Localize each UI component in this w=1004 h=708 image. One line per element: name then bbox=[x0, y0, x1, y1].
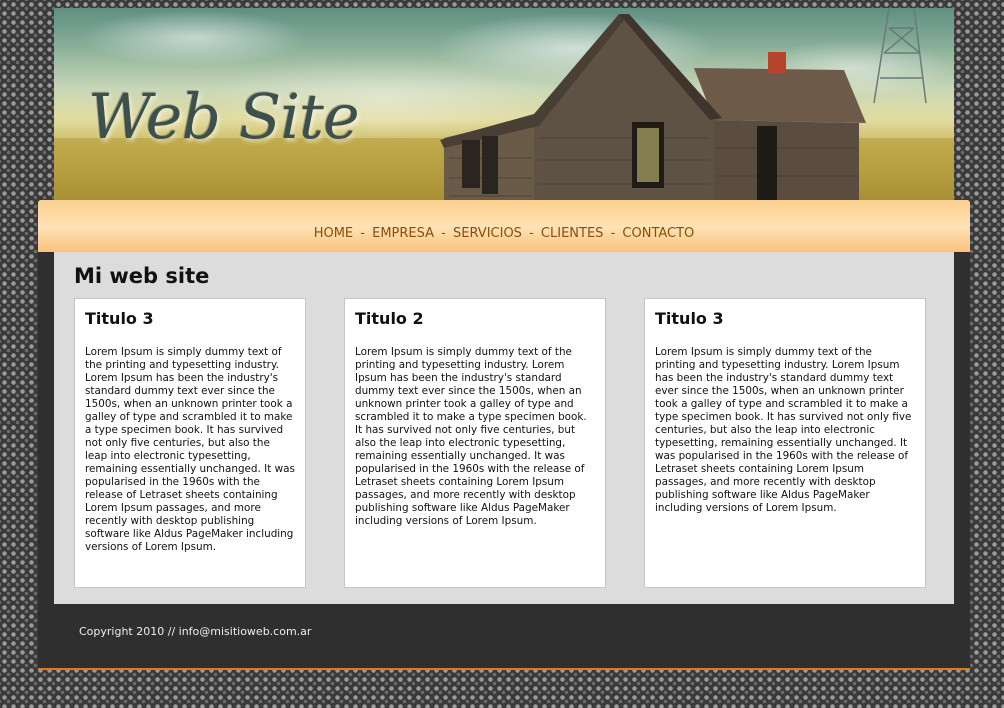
nav-item-servicios[interactable]: SERVICIOS bbox=[453, 226, 522, 241]
nav-separator: - bbox=[610, 226, 616, 241]
column-heading: Titulo 3 bbox=[655, 309, 724, 328]
column-heading: Titulo 3 bbox=[85, 309, 154, 328]
copyright-text: Copyright 2010 // info@misitioweb.com.ar bbox=[79, 625, 312, 638]
nav-item-contacto[interactable]: CONTACTO bbox=[622, 226, 694, 241]
nav-separator: - bbox=[360, 226, 365, 241]
nav-item-empresa[interactable]: EMPRESA bbox=[372, 226, 434, 241]
site-logo[interactable]: Web Site bbox=[88, 80, 360, 153]
content-column-2: Titulo 2 Lorem Ipsum is simply dummy tex… bbox=[344, 298, 606, 588]
column-text: Lorem Ipsum is simply dummy text of the … bbox=[85, 346, 295, 553]
nav-separator: - bbox=[441, 226, 446, 241]
nav-links: HOME - EMPRESA - SERVICIOS - CLIENTES - … bbox=[38, 226, 970, 241]
column-heading: Titulo 2 bbox=[355, 309, 424, 328]
column-text: Lorem Ipsum is simply dummy text of the … bbox=[655, 346, 912, 514]
main-content: Mi web site Titulo 3 Lorem Ipsum is simp… bbox=[54, 252, 954, 604]
header-banner: Web Site bbox=[54, 8, 954, 212]
frame-left-edge bbox=[38, 252, 54, 604]
frame-right-edge bbox=[954, 252, 970, 604]
footer: Copyright 2010 // info@misitioweb.com.ar bbox=[38, 604, 970, 670]
column-text: Lorem Ipsum is simply dummy text of the … bbox=[355, 346, 587, 527]
nav-item-home[interactable]: HOME bbox=[314, 226, 353, 241]
content-column-3: Titulo 3 Lorem Ipsum is simply dummy tex… bbox=[644, 298, 926, 588]
content-column-1: Titulo 3 Lorem Ipsum is simply dummy tex… bbox=[74, 298, 306, 588]
nav-item-clientes[interactable]: CLIENTES bbox=[541, 226, 604, 241]
nav-separator: - bbox=[529, 226, 534, 241]
page-title: Mi web site bbox=[74, 264, 210, 288]
main-navigation: HOME - EMPRESA - SERVICIOS - CLIENTES - … bbox=[38, 200, 970, 260]
